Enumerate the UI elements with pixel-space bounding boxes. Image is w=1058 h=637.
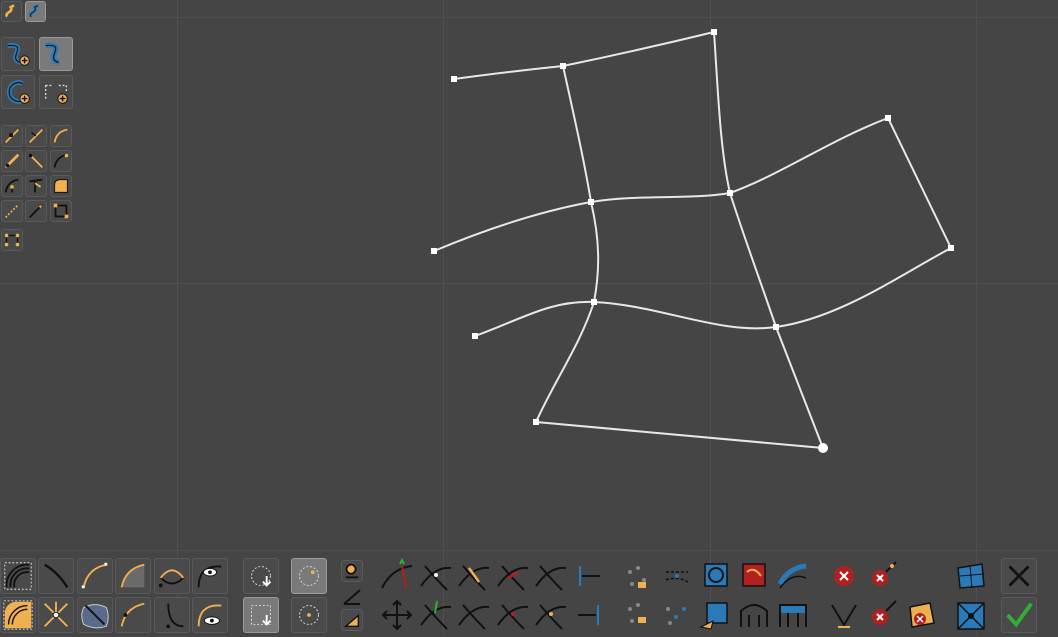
bridge-icon[interactable] [735, 597, 773, 633]
lasso-select-icon[interactable] [243, 558, 279, 594]
node-cross-3-icon[interactable] [494, 597, 532, 633]
add-spline-active-icon[interactable] [39, 37, 73, 71]
rect-select-icon[interactable] [243, 597, 279, 633]
curve-node-icon[interactable] [115, 597, 151, 633]
node-grid-icon[interactable] [1, 229, 23, 251]
close-curve-red-icon[interactable] [735, 558, 773, 594]
cancel-icon[interactable] [1001, 558, 1037, 594]
confirm-icon[interactable] [1001, 597, 1037, 633]
node-handle [711, 29, 717, 35]
spline-curve [713, 31, 824, 449]
close-curve-blue-icon[interactable] [697, 558, 735, 594]
node-handle [948, 245, 954, 251]
ellipse-arc-icon[interactable] [154, 558, 190, 594]
curve-dotted-icon[interactable] [77, 558, 113, 594]
line-single-icon[interactable] [38, 558, 74, 594]
spline-curve [534, 65, 824, 449]
brush-dotted-icon[interactable] [0, 558, 36, 594]
node-handle [560, 63, 566, 69]
node-cross-4-icon[interactable] [532, 597, 570, 633]
ellipse-select-icon[interactable] [154, 597, 190, 633]
node-star-icon[interactable] [38, 597, 74, 633]
node-split-green-icon[interactable] [378, 557, 416, 594]
node-handle [472, 333, 478, 339]
eye-curve-icon[interactable] [192, 558, 228, 594]
spline-curve [433, 116, 952, 252]
points-scatter-2-icon[interactable] [620, 597, 658, 633]
mesh-orange-icon[interactable] [697, 597, 735, 633]
points-scatter-icon[interactable] [620, 558, 658, 594]
add-spline-icon[interactable] [1, 37, 35, 71]
node-cross-orange-icon[interactable] [455, 558, 493, 594]
line-tool-icon[interactable] [1, 125, 23, 147]
angle-fill-icon[interactable] [341, 609, 363, 631]
align-horizontal-icon[interactable] [570, 558, 608, 594]
warp-icon[interactable] [77, 597, 113, 633]
branch-up-icon[interactable] [25, 175, 47, 197]
delete-node-small-icon[interactable] [864, 558, 902, 594]
node-handle [451, 76, 457, 82]
spline-curve [474, 247, 952, 337]
add-rectangle-spline-icon[interactable] [39, 75, 73, 109]
node-split-icon[interactable] [417, 597, 455, 633]
frame-select-icon[interactable] [50, 200, 72, 222]
node-cross-red-icon[interactable] [494, 558, 532, 594]
delete-node-2-icon[interactable] [864, 597, 902, 633]
node-handle [588, 199, 594, 205]
move-icon[interactable] [378, 597, 416, 633]
align-vertical-icon[interactable] [570, 597, 608, 633]
circle-select-icon[interactable] [291, 597, 327, 633]
segment-arc-icon[interactable] [50, 150, 72, 172]
node-cross-icon[interactable] [417, 558, 455, 594]
spline-edit-mode-icon[interactable] [25, 1, 46, 22]
spline-mode-icon[interactable] [1, 1, 22, 22]
points-scatter-blue-icon[interactable] [658, 597, 696, 633]
curve-tool-icon[interactable] [50, 125, 72, 147]
mesh-blue-icon[interactable] [952, 558, 990, 594]
dotted-line-icon[interactable] [1, 200, 23, 222]
delete-node-icon[interactable] [826, 558, 864, 594]
delete-blue-icon[interactable] [902, 597, 940, 633]
node-handle [533, 419, 539, 425]
collapse-icon[interactable] [952, 597, 990, 633]
line-arrow-tool-icon[interactable] [25, 125, 47, 147]
lasso-select-active-icon[interactable] [291, 558, 327, 594]
points-lines-icon[interactable] [658, 558, 696, 594]
node-handle [885, 115, 891, 121]
corner-round-icon[interactable] [50, 175, 72, 197]
branch-tool-icon[interactable] [1, 175, 23, 197]
node-handle [431, 248, 437, 254]
node-cross-2-icon[interactable] [455, 597, 493, 633]
spline-curve [453, 31, 715, 80]
v-split-icon[interactable] [826, 597, 864, 633]
selection-rect-icon[interactable] [0, 597, 36, 633]
segment-straight-icon[interactable] [1, 150, 23, 172]
eye-arc-icon[interactable] [192, 597, 228, 633]
arc-filled-icon[interactable] [115, 558, 151, 594]
node-handle [727, 190, 733, 196]
segment-diagonal-icon[interactable] [25, 150, 47, 172]
add-circle-spline-icon[interactable] [1, 75, 35, 109]
node-handle [773, 324, 779, 330]
blend-blue-icon[interactable] [774, 558, 812, 594]
node-handle-selected [818, 443, 828, 453]
spline-nodes [431, 29, 954, 453]
spline-canvas[interactable] [0, 0, 1058, 634]
bridge-blue-icon[interactable] [774, 597, 812, 633]
knife-icon[interactable] [25, 200, 47, 222]
node-cross-dark-icon[interactable] [532, 558, 570, 594]
node-handle [591, 299, 597, 305]
zoom-node-icon[interactable] [341, 560, 363, 582]
angle-icon[interactable] [340, 584, 364, 608]
